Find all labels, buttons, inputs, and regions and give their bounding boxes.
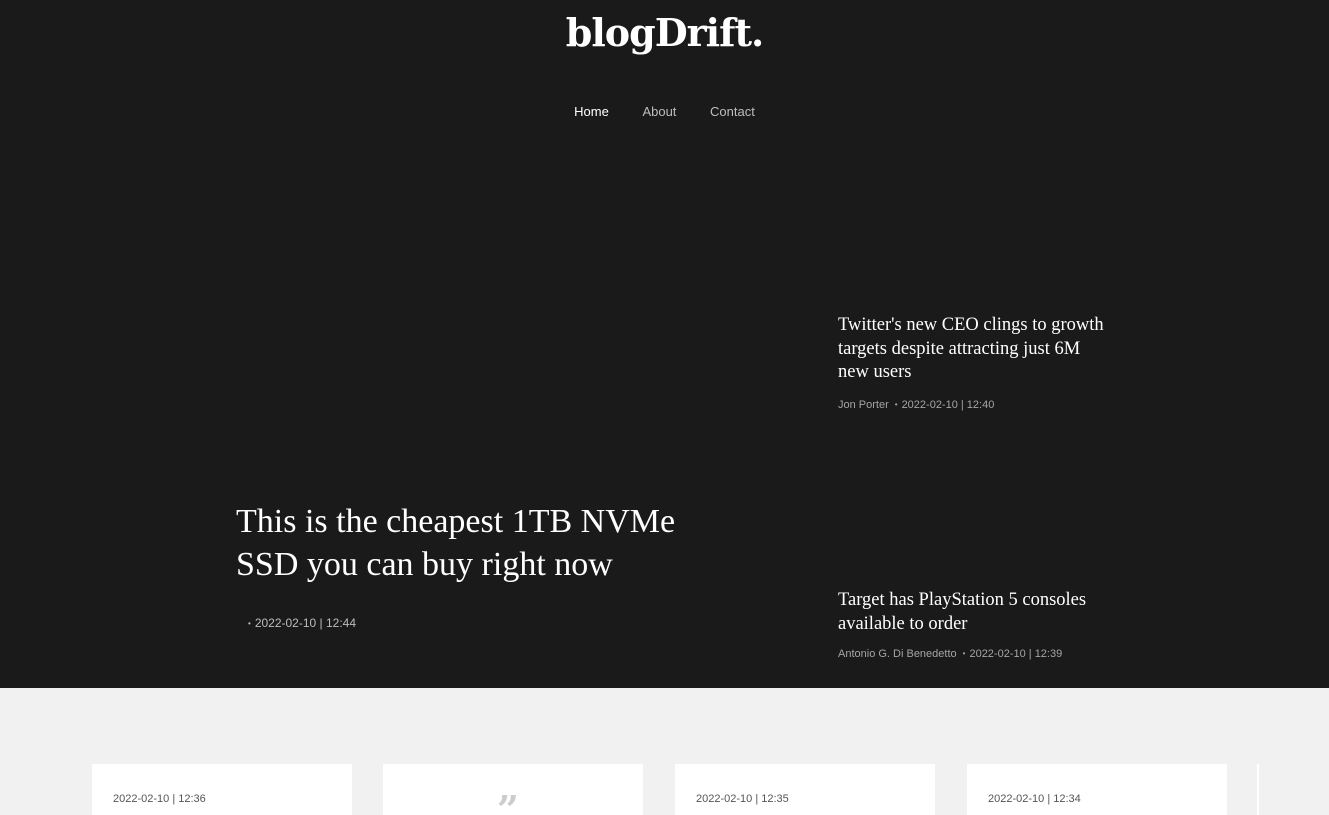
- featured-post-date: 2022-02-10 | 12:44: [254, 616, 357, 630]
- post-card[interactable]: 2022-02-10 | 12:34: [967, 764, 1227, 815]
- site-logo[interactable]: blogDrift.: [0, 10, 1329, 55]
- side-post-meta: Antonio G. Di Benedetto • 2022-02-10 | 12:…: [838, 648, 1108, 660]
- nav-item-contact[interactable]: Contact: [710, 104, 755, 119]
- nav-item-home[interactable]: Home: [574, 104, 609, 119]
- nav-item-about[interactable]: About: [642, 104, 676, 119]
- post-card[interactable]: 2022-02-10 | 12:36: [92, 764, 352, 815]
- side-post-card[interactable]: Twitter's new CEO clings to growth targe…: [838, 314, 1108, 411]
- featured-post-title[interactable]: This is the cheapest 1TB NVMe SSD you ca…: [236, 500, 716, 586]
- side-post-title[interactable]: Twitter's new CEO clings to growth targe…: [838, 314, 1108, 385]
- side-post-meta: Jon Porter • 2022-02-10 | 12:40: [838, 399, 1108, 411]
- post-card[interactable]: 2022-02-10 | 12:35: [675, 764, 935, 815]
- post-date: 2022-02-10 | 12:39: [969, 648, 1063, 660]
- meta-separator: •: [962, 649, 966, 658]
- post-author[interactable]: Jon Porter: [838, 399, 889, 411]
- quote-icon: ”: [497, 787, 519, 815]
- next-card-edge: [1257, 764, 1259, 815]
- quote-card[interactable]: ”: [383, 764, 643, 815]
- post-date: 2022-02-10 | 12:40: [901, 398, 995, 411]
- featured-post-meta: • 2022-02-10 | 12:44: [242, 616, 356, 630]
- card-date: 2022-02-10 | 12:34: [988, 793, 1081, 805]
- card-date: 2022-02-10 | 12:36: [113, 793, 206, 805]
- meta-separator: •: [248, 619, 251, 628]
- side-post-title[interactable]: Target has PlayStation 5 consoles availa…: [838, 589, 1108, 636]
- side-post-card[interactable]: Target has PlayStation 5 consoles availa…: [838, 589, 1108, 660]
- card-date: 2022-02-10 | 12:35: [696, 793, 789, 805]
- post-author[interactable]: Antonio G. Di Benedetto: [838, 648, 957, 660]
- main-nav: Home About Contact: [0, 104, 1329, 119]
- hero-section: blogDrift. Home About Contact This is th…: [0, 0, 1329, 688]
- meta-separator: •: [894, 399, 898, 409]
